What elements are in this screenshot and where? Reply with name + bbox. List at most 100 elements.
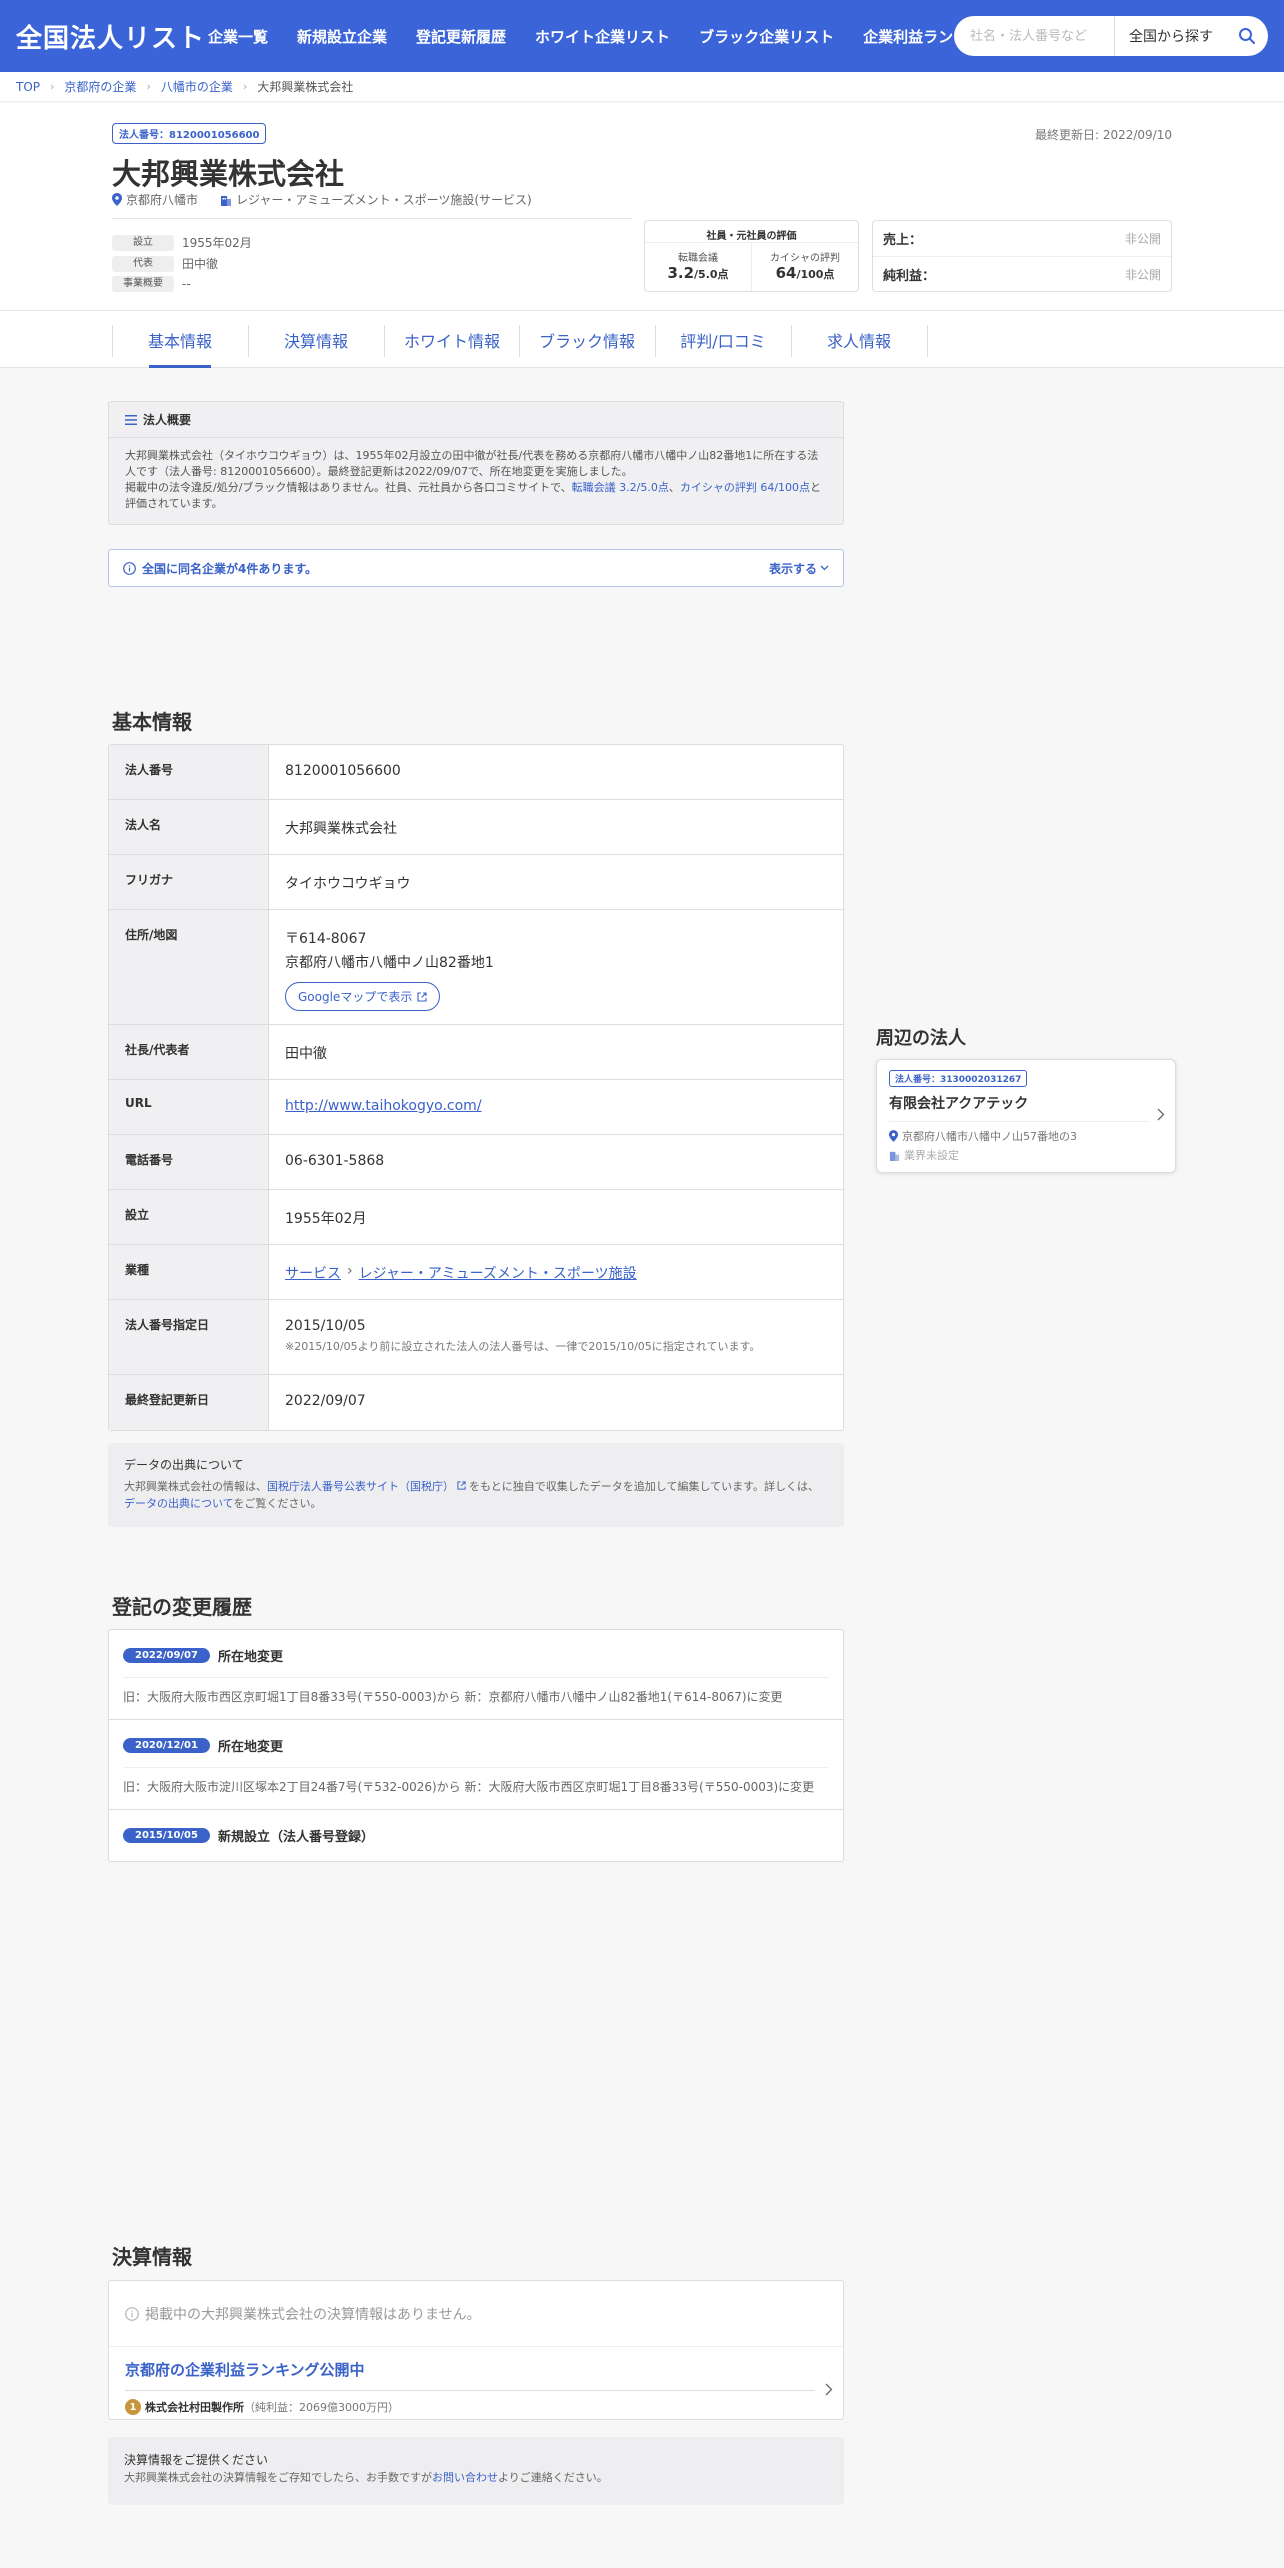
furigana-value: タイホウコウギョウ xyxy=(285,876,411,892)
summary-evaluation-text: 掲載中の法令違反/処分/ブラック情報はありません。社員、元社員から各口コミサイト… xyxy=(125,480,827,512)
ranking-title: 京都府の企業利益ランキング公開中 xyxy=(125,2361,365,2379)
site-logo[interactable]: 全国法人リスト xyxy=(16,18,205,55)
breadcrumb-city[interactable]: 八幡市の企業 xyxy=(161,78,233,95)
summary-text: 大邦興業株式会社（タイホウコウギョウ）は、1955年02月設立の田中徹が社長/代… xyxy=(125,449,819,478)
tenshoku-link[interactable]: 転職会議 3.2/5.0点 xyxy=(572,481,669,494)
ranking-profit: （純利益：2069億3000万円） xyxy=(244,2401,399,2414)
profit-value: 非公開 xyxy=(1124,267,1161,282)
designated-cell: 2015/10/05 ※2015/10/05より前に設立された法人の法人番号は、… xyxy=(269,1300,843,1374)
website-link[interactable]: http://www.taihokogyo.com/ xyxy=(285,1098,482,1114)
table-row: 社長/代表者 田中徹 xyxy=(109,1025,843,1080)
tab-financial[interactable]: 決算情報 xyxy=(249,311,383,368)
fact-founded: 設立 1955年02月 xyxy=(112,234,252,251)
designated-value: 2015/10/05 xyxy=(285,1318,366,1334)
source-text-part: をもとに独自で収集したデータを追加して編集しています。詳しくは、 xyxy=(469,1480,820,1493)
toggle-label: 表示する xyxy=(768,561,817,576)
nav-company-list[interactable]: 企業一覧 xyxy=(208,26,268,47)
tab-label: 基本情報 xyxy=(147,331,212,351)
same-name-toggle[interactable]: 表示する xyxy=(769,560,829,577)
company-industry: レジャー・アミューズメント・スポーツ施設(サービス) xyxy=(236,193,532,207)
fact-value: 1955年02月 xyxy=(182,236,252,250)
nearby-address: 京都府八幡市八幡中ノ山57番地の3 xyxy=(902,1130,1077,1143)
summary-header: 法人概要 xyxy=(109,402,843,438)
chevron-right-icon: › xyxy=(242,80,248,93)
table-row: 設立 1955年02月 xyxy=(109,1190,843,1245)
search-bar: 全国から探す xyxy=(954,16,1268,56)
nav-new-companies[interactable]: 新規設立企業 xyxy=(297,26,387,47)
history-item: 2020/12/01 所在地変更 旧：大阪府大阪市淀川区塚本2丁目24番7号(〒5… xyxy=(109,1720,843,1810)
google-map-button[interactable]: Googleマップで表示 xyxy=(285,982,441,1011)
building-icon xyxy=(220,194,232,206)
breadcrumb-top[interactable]: TOP xyxy=(16,80,40,94)
nav-registry-history[interactable]: 登記更新履歴 xyxy=(416,26,506,47)
row-key: 業種 xyxy=(109,1245,269,1299)
industry-category-link[interactable]: サービス xyxy=(285,1263,341,1283)
tab-reviews[interactable]: 評判/口コミ xyxy=(656,311,790,368)
tab-basic-info[interactable]: 基本情報 xyxy=(113,311,247,368)
data-source-link[interactable]: データの出典について xyxy=(124,1497,233,1510)
evaluation-tenshoku[interactable]: 転職会議 3.2/5.0点 xyxy=(645,243,751,291)
tab-black[interactable]: ブラック情報 xyxy=(520,311,654,368)
last-updated: 最終更新日: 2022/09/10 xyxy=(1034,128,1172,142)
summary-text: 、 xyxy=(668,481,680,494)
row-key: フリガナ xyxy=(109,855,269,909)
fact-label: 設立 xyxy=(112,234,174,251)
sales-row: 売上： 非公開 xyxy=(873,221,1171,256)
same-name-notice[interactable]: 全国に同名企業が4件あります。 表示する xyxy=(108,549,844,587)
nav-white-list[interactable]: ホワイト企業リスト xyxy=(535,26,670,47)
external-link-icon xyxy=(417,991,427,1002)
tab-white[interactable]: ホワイト情報 xyxy=(385,311,519,368)
industry-subcategory-link[interactable]: レジャー・アミューズメント・スポーツ施設 xyxy=(359,1263,637,1283)
kaisha-link[interactable]: カイシャの評判 64/100点 xyxy=(680,481,810,494)
history-title: 所在地変更 xyxy=(217,1740,283,1755)
source-text-part: 大邦興業株式会社の情報は、 xyxy=(124,1480,267,1493)
corporate-summary: 法人概要 大邦興業株式会社（タイホウコウギョウ）は、1955年02月設立の田中徹… xyxy=(108,401,844,525)
nearby-company-card[interactable]: 法人番号：3130002031267 有限会社アクアテック 京都府八幡市八幡中ノ… xyxy=(876,1059,1176,1173)
provide-text-part: よりご連絡ください。 xyxy=(498,2471,608,2484)
sales-label: 売上： xyxy=(883,233,923,248)
evaluation-title: 社員・元社員の評価 xyxy=(645,221,858,243)
profit-label: 純利益： xyxy=(883,268,936,284)
history-heading: 登記の変更履歴 xyxy=(112,1595,252,1619)
contact-link[interactable]: お問い合わせ xyxy=(432,2471,498,2484)
search-input[interactable] xyxy=(954,16,1114,56)
row-key: 社長/代表者 xyxy=(109,1025,269,1079)
profit-ranking-link[interactable]: 京都府の企業利益ランキング公開中 1 株式会社村田製作所 （純利益：2069億3… xyxy=(109,2347,843,2427)
table-row: フリガナ タイホウコウギョウ xyxy=(109,855,843,910)
site-header: 全国法人リスト 企業一覧 新規設立企業 登記更新履歴 ホワイト企業リスト ブラッ… xyxy=(0,0,1284,72)
evaluation-unit: /100点 xyxy=(796,268,835,281)
active-tab-indicator xyxy=(149,365,211,368)
industry-cell: サービス › レジャー・アミューズメント・スポーツ施設 xyxy=(269,1245,843,1299)
nearby-address-row: 京都府八幡市八幡中ノ山57番地の3 xyxy=(889,1128,1163,1144)
tab-divider xyxy=(927,325,928,357)
provide-title: 決算情報をご提供ください xyxy=(124,2453,269,2467)
breadcrumb: TOP › 京都府の企業 › 八幡市の企業 › 大邦興業株式会社 xyxy=(0,72,1284,102)
nta-link[interactable]: 国税庁法人番号公表サイト（国税庁） xyxy=(267,1480,454,1493)
history-item: 2022/09/07 所在地変更 旧：大阪府大阪市西区京町堀1丁目8番33号(〒5… xyxy=(109,1630,843,1720)
data-source-note: データの出典について 大邦興業株式会社の情報は、国税庁法人番号公表サイト（国税庁… xyxy=(108,1443,844,1527)
nav-black-list[interactable]: ブラック企業リスト xyxy=(699,26,834,47)
url-cell: http://www.taihokogyo.com/ xyxy=(269,1080,843,1134)
fact-representative: 代表 田中徹 xyxy=(112,255,218,272)
founded-value: 1955年02月 xyxy=(285,1211,367,1227)
history-date: 2015/10/05 xyxy=(123,1828,210,1843)
nearby-corp-number: 法人番号：3130002031267 xyxy=(889,1070,1028,1087)
history-item: 2015/10/05 新規設立（法人番号登録） xyxy=(109,1810,843,1861)
table-row: 住所/地図 〒614-8067 京都府八幡市八幡中ノ山82番地1 Googleマ… xyxy=(109,910,843,1025)
breadcrumb-prefecture[interactable]: 京都府の企業 xyxy=(64,78,136,95)
ceo-value: 田中徹 xyxy=(285,1046,327,1062)
evaluation-label: カイシャの評判 xyxy=(770,253,840,264)
sales-value: 非公開 xyxy=(1124,232,1161,246)
tab-jobs[interactable]: 求人情報 xyxy=(792,311,926,368)
search-area-select[interactable]: 全国から探す xyxy=(1115,26,1227,46)
fact-label: 事業概要 xyxy=(112,276,174,292)
summary-body: 大邦興業株式会社（タイホウコウギョウ）は、1955年02月設立の田中徹が社長/代… xyxy=(109,438,843,522)
financial-empty-text: 掲載中の大邦興業株式会社の決算情報はありません。 xyxy=(145,2306,481,2323)
designated-note: ※2015/10/05より前に設立された法人の法人番号は、一律で2015/10/… xyxy=(285,1340,761,1353)
evaluation-score: 3.2 xyxy=(667,264,695,282)
source-text: 大邦興業株式会社の情報は、国税庁法人番号公表サイト（国税庁） をもとに独自で収集し… xyxy=(124,1478,828,1512)
fact-business: 事業概要 -- xyxy=(112,276,191,292)
search-button[interactable] xyxy=(1227,16,1267,56)
evaluation-kaisha[interactable]: カイシャの評判 64/100点 xyxy=(751,243,858,291)
source-text-part: をご覧ください。 xyxy=(233,1497,322,1510)
